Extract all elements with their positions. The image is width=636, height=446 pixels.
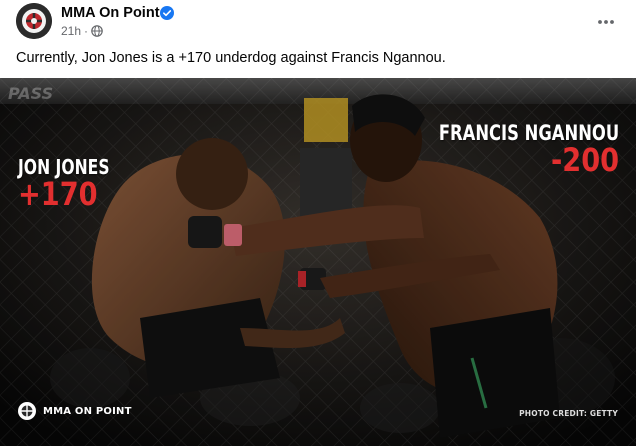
meta-separator: ·: [84, 24, 89, 38]
brand-logo-icon: [18, 402, 36, 420]
post-header: MMA On Point 21h ·: [0, 0, 636, 44]
right-fighter-odds: -200: [550, 141, 619, 179]
post-caption: Currently, Jon Jones is a +170 underdog …: [16, 50, 446, 66]
more-horizontal-icon: [598, 20, 614, 24]
more-options-button[interactable]: [590, 6, 622, 38]
avatar-logo-icon: [16, 3, 52, 39]
photo-credit: PHOTO CREDIT: GETTY: [519, 409, 618, 418]
post-timestamp[interactable]: 21h: [61, 24, 81, 38]
brand-watermark: MMA ON POINT: [17, 401, 132, 421]
left-fighter-odds: +170: [18, 175, 98, 213]
globe-icon[interactable]: [91, 25, 103, 37]
author-avatar[interactable]: [16, 3, 52, 39]
background-cage-text: PASS: [8, 84, 54, 103]
post-image[interactable]: PASS JON JONES +170 FRANCIS NGANNOU -200…: [0, 78, 636, 446]
verified-badge-icon: [160, 6, 174, 20]
brand-text: MMA ON POINT: [43, 405, 132, 417]
post-meta: 21h ·: [61, 24, 103, 38]
author-name[interactable]: MMA On Point: [61, 5, 160, 21]
